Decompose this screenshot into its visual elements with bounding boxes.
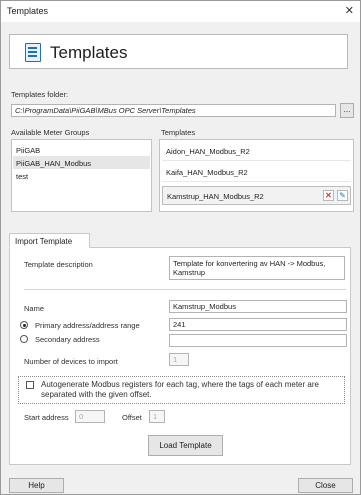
template-item-label: Kamstrup_HAN_Modbus_R2: [167, 192, 264, 201]
window-title: Templates: [7, 6, 49, 16]
templates-folder-label: Templates folder:: [11, 90, 69, 99]
load-template-button[interactable]: Load Template: [148, 435, 223, 456]
template-item-selected[interactable]: Kamstrup_HAN_Modbus_R2 ✕ ✎: [162, 186, 351, 205]
template-item[interactable]: Kaifa_HAN_Modbus_R2: [162, 163, 351, 182]
devices-count-field[interactable]: 1: [169, 353, 189, 366]
secondary-address-radio[interactable]: [20, 335, 28, 343]
secondary-address-label: Secondary address: [35, 335, 100, 344]
template-item[interactable]: Aidon_HAN_Modbus_R2: [162, 142, 351, 161]
meter-groups-label: Available Meter Groups: [11, 128, 90, 137]
templates-list-label: Templates: [161, 128, 196, 137]
primary-address-radio[interactable]: [20, 321, 28, 329]
autogenerate-label: Autogenerate Modbus registers for each t…: [41, 380, 319, 399]
template-description-field[interactable]: Template for konvertering av HAN -> Modb…: [169, 256, 345, 280]
autogenerate-checkbox[interactable]: [26, 381, 34, 389]
start-address-field[interactable]: 0: [75, 410, 105, 423]
help-button[interactable]: Help: [9, 478, 64, 493]
name-label: Name: [24, 304, 45, 313]
edit-icon[interactable]: ✎: [337, 190, 348, 201]
tab-import-template[interactable]: Import Template: [9, 233, 90, 248]
template-description-label: Template description: [24, 260, 93, 269]
templates-list: Aidon_HAN_Modbus_R2 Kaifa_HAN_Modbus_R2 …: [159, 139, 354, 212]
browse-folder-button[interactable]: ...: [340, 103, 354, 118]
header-panel: Templates: [9, 34, 348, 69]
start-address-label: Start address: [24, 413, 69, 422]
name-field[interactable]: Kamstrup_Modbus: [169, 300, 347, 313]
devices-count-label: Number of devices to import: [24, 357, 118, 366]
primary-address-label: Primary address/address range: [35, 321, 140, 330]
close-icon[interactable]: ✕: [345, 4, 354, 17]
templates-folder-field[interactable]: C:\ProgramData\PiiGAB\MBus OPC Server\Te…: [11, 104, 336, 117]
delete-x-icon[interactable]: ✕: [323, 190, 334, 201]
section-divider: [24, 289, 346, 290]
meter-group-item[interactable]: PiiGAB: [13, 143, 150, 156]
offset-label: Offset: [122, 413, 142, 422]
page-title: Templates: [50, 43, 128, 62]
primary-address-field[interactable]: 241: [169, 318, 347, 331]
meter-group-item[interactable]: test: [13, 169, 150, 182]
document-list-icon: [25, 43, 41, 62]
offset-field[interactable]: 1: [149, 410, 165, 423]
close-button[interactable]: Close: [298, 478, 353, 493]
meter-group-item[interactable]: PiiGAB_HAN_Modbus: [13, 156, 150, 169]
window-titlebar: Templates ✕: [0, 0, 361, 22]
meter-groups-list: PiiGAB PiiGAB_HAN_Modbus test: [11, 139, 152, 212]
secondary-address-field[interactable]: [169, 334, 347, 347]
